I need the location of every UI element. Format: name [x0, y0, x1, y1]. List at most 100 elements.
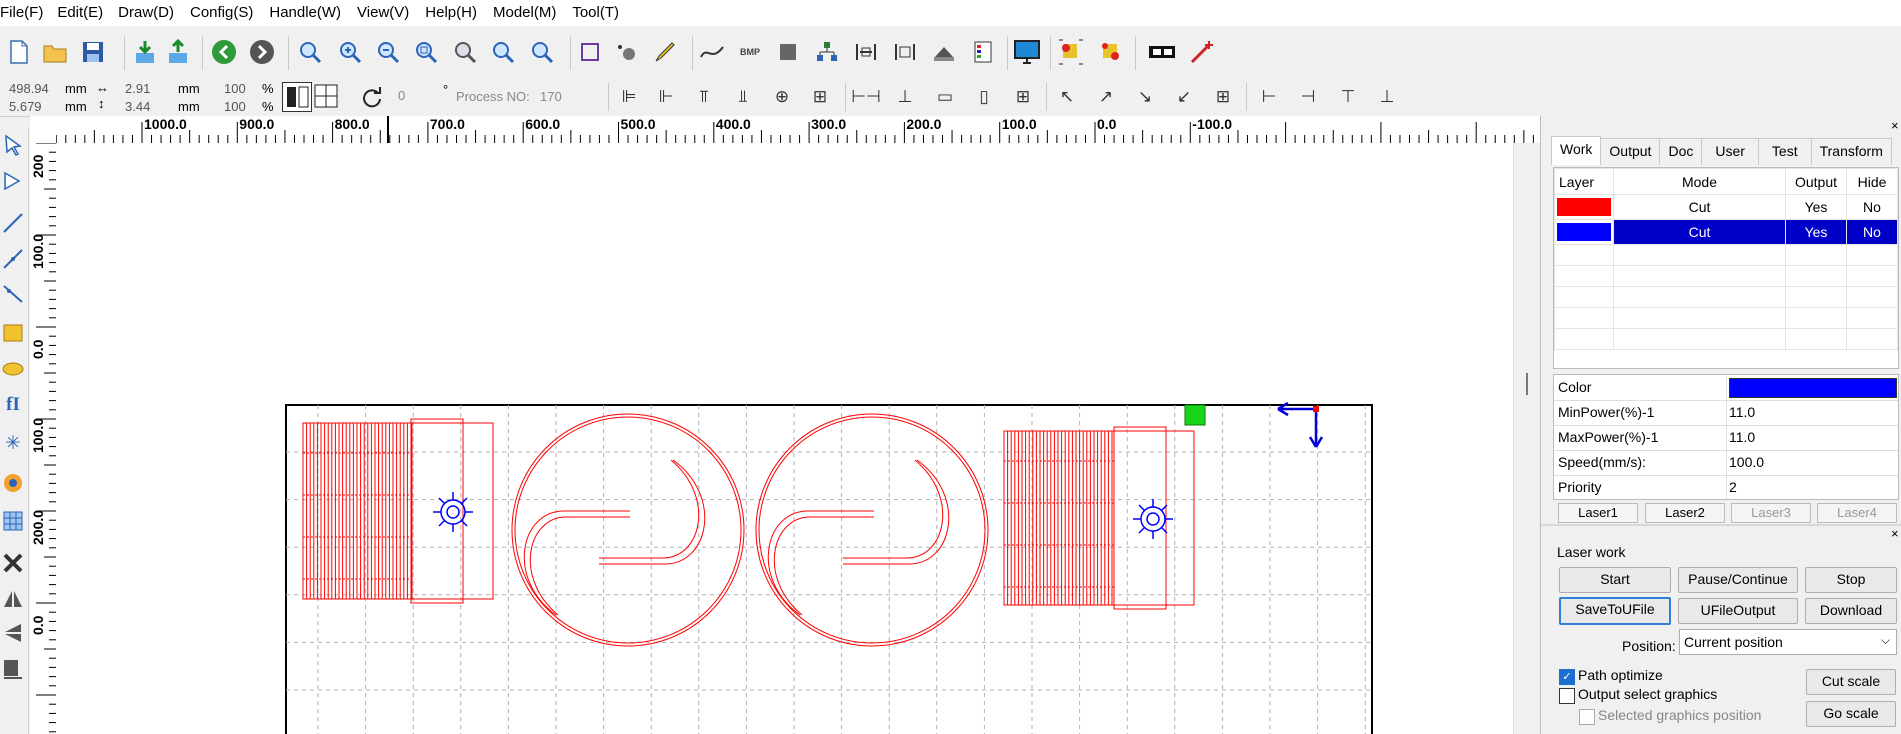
output-icon[interactable]	[0, 654, 26, 684]
delete-x-icon[interactable]	[0, 548, 26, 578]
gray-square-icon[interactable]	[773, 37, 803, 67]
pen-icon[interactable]	[650, 37, 680, 67]
canvas-graphics[interactable]	[56, 143, 1540, 734]
move-center-icon[interactable]: ⊞	[1209, 83, 1237, 111]
tab-laser1[interactable]: Laser1	[1558, 503, 1638, 523]
page-top-icon[interactable]: ⊤	[1334, 83, 1362, 111]
tab-transform[interactable]: Transform	[1810, 138, 1892, 165]
menu-help[interactable]: Help(H)	[425, 0, 487, 26]
process-no-value[interactable]: 170	[540, 89, 562, 104]
go-scale-button[interactable]: Go scale	[1806, 701, 1896, 727]
zoom-all-icon[interactable]	[450, 37, 480, 67]
tab-laser2[interactable]: Laser2	[1645, 503, 1725, 523]
line-icon[interactable]	[0, 208, 26, 238]
tab-test[interactable]: Test	[1757, 138, 1812, 165]
menu-model[interactable]: Model(M)	[493, 0, 566, 26]
layer-output[interactable]: Yes	[1785, 194, 1847, 220]
import-icon[interactable]	[130, 37, 160, 67]
align-top-icon[interactable]: ⫪	[690, 83, 718, 111]
menu-config[interactable]: Config(S)	[190, 0, 263, 26]
align-vcenter-icon[interactable]: ⊞	[806, 83, 834, 111]
group-icon[interactable]	[812, 37, 842, 67]
polyline-icon[interactable]	[0, 244, 26, 274]
layer-hide[interactable]: No	[1846, 194, 1898, 220]
menu-handle[interactable]: Handle(W)	[269, 0, 351, 26]
table-row[interactable]: Cut Yes No	[1554, 219, 1898, 245]
mirror-v-icon[interactable]	[0, 618, 26, 648]
menu-draw[interactable]: Draw(D)	[118, 0, 184, 26]
select-frame-icon[interactable]	[575, 37, 605, 67]
undo-icon[interactable]	[209, 37, 239, 67]
new-file-icon[interactable]	[4, 37, 34, 67]
same-width-icon[interactable]: ⊢⊣	[851, 83, 881, 111]
vertical-scrollbar[interactable]	[1513, 143, 1541, 734]
node-edit-icon[interactable]	[612, 37, 642, 67]
ellipse-icon[interactable]	[0, 354, 26, 384]
menu-edit[interactable]: Edit(E)	[57, 0, 113, 26]
align-left-icon[interactable]: ⊫	[615, 83, 643, 111]
curve-icon[interactable]	[697, 37, 727, 67]
tab-output[interactable]: Output	[1600, 138, 1661, 165]
zoom-page-icon[interactable]	[411, 37, 441, 67]
move-bottom-left-icon[interactable]: ↙	[1170, 83, 1198, 111]
export-icon[interactable]	[163, 37, 193, 67]
align-bottom-icon[interactable]: ⫫	[729, 83, 757, 111]
layer-mode[interactable]: Cut	[1613, 219, 1786, 245]
move-top-left-icon[interactable]: ↖	[1053, 83, 1081, 111]
node-select-icon[interactable]	[0, 166, 26, 196]
array-icon[interactable]	[929, 37, 959, 67]
menu-tool[interactable]: Tool(T)	[572, 0, 629, 26]
same-size-v-icon[interactable]: ▯	[970, 83, 998, 111]
tab-user[interactable]: User	[1701, 138, 1759, 165]
point-icon[interactable]: ✳	[0, 428, 26, 458]
rectangle-icon[interactable]	[0, 318, 26, 348]
width-value[interactable]: 2.91	[125, 81, 150, 96]
layer-output[interactable]: Yes	[1785, 219, 1847, 245]
y-position-value[interactable]: 5.679	[9, 99, 42, 114]
align-right-icon[interactable]: ⊩	[652, 83, 680, 111]
zoom-actual-icon[interactable]	[527, 37, 557, 67]
layer-hide[interactable]: No	[1846, 219, 1898, 245]
capture-icon[interactable]	[0, 468, 26, 498]
open-folder-icon[interactable]	[40, 37, 70, 67]
distribute-h-icon[interactable]	[851, 37, 881, 67]
align-hcenter-icon[interactable]: ⊕	[768, 83, 796, 111]
drawing-canvas[interactable]	[56, 143, 1540, 734]
page-left-icon[interactable]: ⊢	[1255, 83, 1283, 111]
distribute-v-icon[interactable]	[890, 37, 920, 67]
height-value[interactable]: 3.44	[125, 99, 150, 114]
monitor-icon[interactable]	[1012, 37, 1042, 67]
layer-mode[interactable]: Cut	[1613, 194, 1786, 220]
select-arrow-icon[interactable]	[0, 130, 26, 160]
bitmap-icon[interactable]: BMP	[735, 37, 765, 67]
zoom-in-icon[interactable]	[335, 37, 365, 67]
start-button[interactable]: Start	[1559, 567, 1671, 593]
pause-continue-button[interactable]: Pause/Continue	[1678, 567, 1798, 593]
redo-icon[interactable]	[247, 37, 277, 67]
path-optimize-checkbox[interactable]: ✓	[1559, 669, 1575, 685]
same-size-h-icon[interactable]: ▭	[931, 83, 959, 111]
laser-work-close-icon[interactable]: ×	[1891, 526, 1899, 541]
center-page-icon[interactable]: ⊞	[1009, 83, 1037, 111]
grid-align-icon[interactable]	[312, 82, 340, 110]
frame-icon[interactable]	[1096, 37, 1126, 67]
menu-view[interactable]: View(V)	[357, 0, 419, 26]
color-swatch[interactable]	[1729, 378, 1897, 398]
magic-wand-icon[interactable]	[1187, 37, 1217, 67]
tab-doc[interactable]: Doc	[1659, 138, 1703, 165]
zoom-out-icon[interactable]	[373, 37, 403, 67]
lock-ratio-icon[interactable]	[282, 82, 312, 112]
menu-file[interactable]: File(F)	[0, 0, 53, 26]
layer-list-icon[interactable]	[968, 37, 998, 67]
move-top-right-icon[interactable]: ↗	[1092, 83, 1120, 111]
prop-value[interactable]: 2	[1729, 479, 1894, 495]
grid-array-icon[interactable]	[0, 506, 26, 536]
zoom-select-icon[interactable]	[295, 37, 325, 67]
mirror-h-icon[interactable]	[0, 584, 26, 614]
table-row[interactable]: Cut Yes No	[1554, 194, 1898, 220]
stop-button[interactable]: Stop	[1805, 567, 1897, 593]
projector-icon[interactable]	[1147, 37, 1177, 67]
prop-value[interactable]: 11.0	[1729, 404, 1894, 420]
tab-laser4[interactable]: Laser4	[1817, 503, 1897, 523]
x-position-value[interactable]: 498.94	[9, 81, 49, 96]
